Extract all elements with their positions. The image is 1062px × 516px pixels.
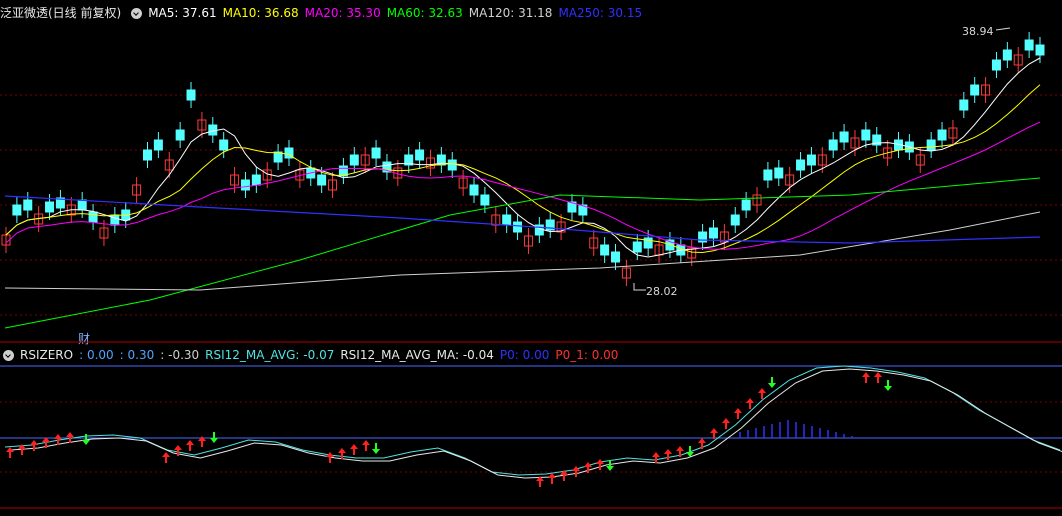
low-pointer <box>633 283 646 291</box>
candle-body <box>480 194 490 206</box>
arrow-up-icon <box>698 438 706 449</box>
candle-body <box>959 99 969 111</box>
candle-body <box>1035 44 1045 56</box>
arrow-up-icon <box>350 444 358 455</box>
candle-body <box>513 221 523 233</box>
candle-body <box>175 129 185 141</box>
arrow-up-icon <box>548 473 556 484</box>
arrow-down-icon <box>884 380 892 391</box>
arrow-up-icon <box>652 452 660 463</box>
high-pointer <box>995 27 1011 31</box>
arrow-up-icon <box>722 418 730 429</box>
arrow-up-icon <box>6 447 14 458</box>
candle-body <box>142 149 152 161</box>
candle-body <box>796 159 806 171</box>
ma250-line <box>4 195 1041 244</box>
arrow-up-icon <box>572 466 580 477</box>
candle-body <box>251 174 261 186</box>
candle-body <box>730 214 740 226</box>
candle-body <box>240 179 250 191</box>
candle-body <box>317 174 327 186</box>
arrow-up-icon <box>746 398 754 409</box>
arrow-up-icon <box>874 372 882 383</box>
candle-body <box>186 89 196 101</box>
candle-body <box>839 131 849 143</box>
candle-body <box>741 199 751 211</box>
arrow-up-icon <box>596 459 604 470</box>
arrow-up-icon <box>710 428 718 439</box>
candle-body <box>611 251 621 263</box>
arrow-down-icon <box>686 446 694 457</box>
candle-body <box>415 149 425 161</box>
rsi-avg-ma-line <box>10 368 1062 479</box>
candle-body <box>110 214 120 226</box>
candle-body <box>632 241 642 253</box>
rsi-avg-line <box>4 365 1061 476</box>
candle-body <box>502 214 512 226</box>
kline-chart[interactable] <box>0 0 1062 516</box>
arrow-up-icon <box>362 440 370 451</box>
candle-body <box>77 199 87 211</box>
arrow-down-icon <box>768 377 776 388</box>
candle-body <box>970 84 980 96</box>
candle-body <box>937 129 947 141</box>
candle-body <box>1002 49 1012 61</box>
candle-body <box>600 244 610 256</box>
candle-body <box>12 204 22 216</box>
candle-body <box>349 154 359 166</box>
arrow-up-icon <box>338 448 346 459</box>
candle-body <box>219 139 229 151</box>
arrow-up-icon <box>186 440 194 451</box>
candle-body <box>861 129 871 141</box>
candle-body <box>88 211 98 223</box>
arrow-up-icon <box>162 452 170 463</box>
candle-body <box>763 169 773 181</box>
candle-body <box>774 167 784 179</box>
arrow-up-icon <box>862 372 870 383</box>
candle-body <box>926 139 936 151</box>
candle-body <box>828 139 838 151</box>
candle-body <box>45 201 55 213</box>
arrow-down-icon <box>372 443 380 454</box>
candle-body <box>23 199 33 211</box>
candle-body <box>806 154 816 166</box>
candle-body <box>708 227 718 239</box>
candle-body <box>447 159 457 171</box>
candle-body <box>469 184 479 196</box>
arrow-up-icon <box>758 388 766 399</box>
candle-body <box>1024 39 1034 51</box>
candle-body <box>371 147 381 159</box>
candle-body <box>153 139 163 151</box>
candle-body <box>991 59 1001 71</box>
arrow-down-icon <box>606 460 614 471</box>
ma120-line <box>4 211 1041 291</box>
arrow-up-icon <box>734 408 742 419</box>
ma10-line <box>5 84 1041 254</box>
